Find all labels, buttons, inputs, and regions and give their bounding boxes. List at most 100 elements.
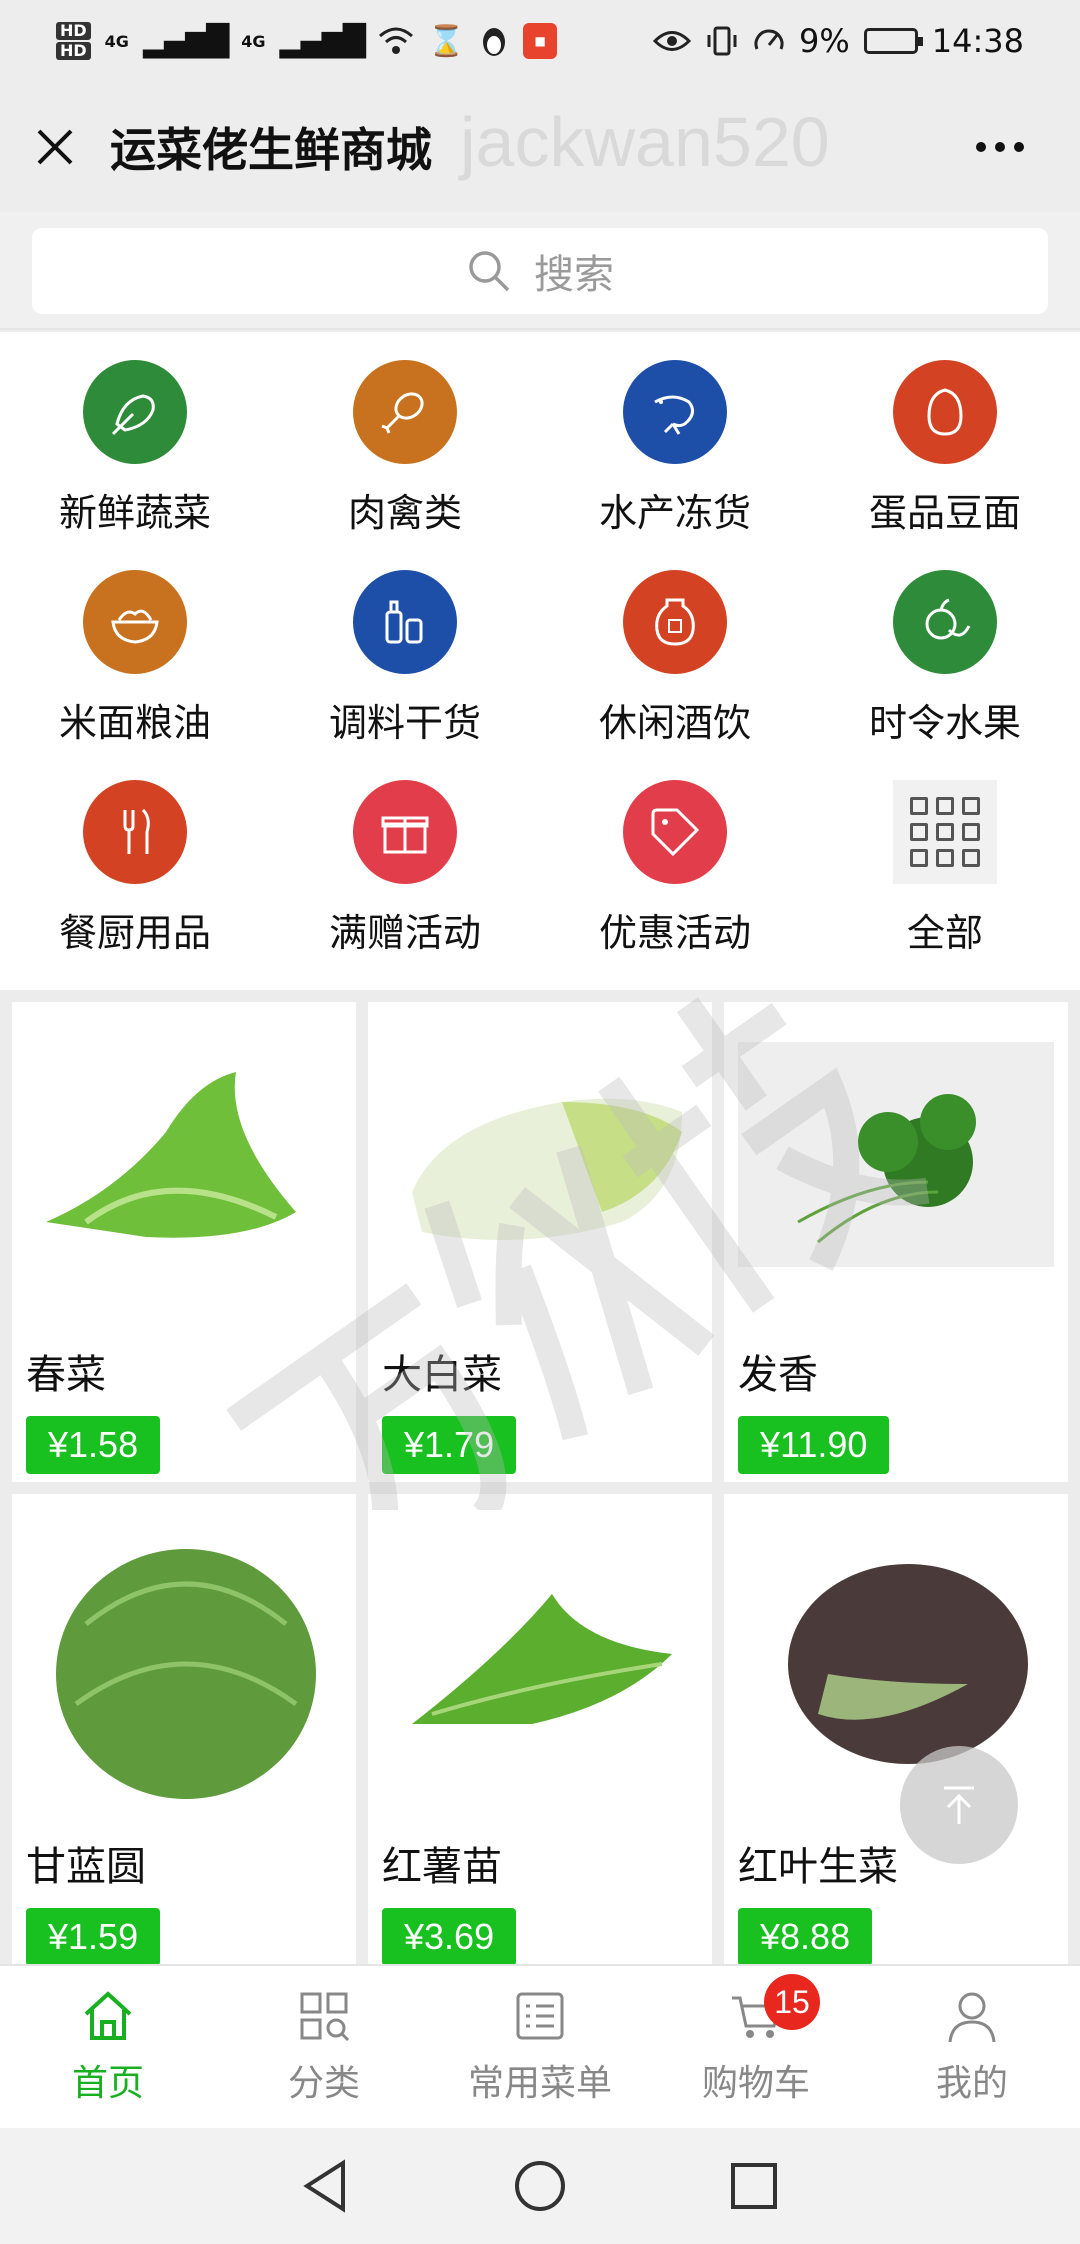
more-dot-icon xyxy=(1014,142,1024,152)
category-drinks[interactable]: 休闲酒饮 xyxy=(540,570,810,780)
product-name: 甘蓝圆 xyxy=(26,1844,146,1890)
search-area: 搜索 xyxy=(0,212,1080,330)
back-triangle-icon[interactable] xyxy=(301,2159,351,2213)
tab-label: 常用菜单 xyxy=(467,2063,612,2104)
search-input[interactable]: 搜索 xyxy=(32,228,1048,314)
product-price: ¥1.79 xyxy=(382,1416,517,1474)
battery-percent: 9% xyxy=(799,22,850,60)
category-vegetables[interactable]: 新鲜蔬菜 xyxy=(0,360,270,570)
shrimp-icon xyxy=(623,360,727,464)
page-title: 运菜佬生鲜商城 xyxy=(110,123,432,177)
tab-home[interactable]: 首页 xyxy=(0,1966,216,2128)
tab-menu-list[interactable]: 常用菜单 xyxy=(432,1966,648,2128)
product-name: 春菜 xyxy=(26,1352,106,1398)
hourglass-icon: ⌛ xyxy=(427,23,466,59)
category-kitchen[interactable]: 餐厨用品 xyxy=(0,780,270,990)
category-label: 肉禽类 xyxy=(347,491,462,535)
network2-label: 4G xyxy=(241,31,266,51)
search-placeholder: 搜索 xyxy=(534,252,614,298)
category-grain-oil[interactable]: 米面粮油 xyxy=(0,570,270,780)
arrow-up-icon xyxy=(944,1786,974,1824)
category-fruit[interactable]: 时令水果 xyxy=(810,570,1080,780)
more-dot-icon xyxy=(976,142,986,152)
category-label: 调料干货 xyxy=(328,701,481,745)
recents-square-icon[interactable] xyxy=(729,2161,779,2211)
bottom-tab-bar: 首页 分类 常用菜单 15 购物车 我的 xyxy=(0,1964,1080,2128)
hd1-label: HD xyxy=(56,22,91,40)
status-bar: HD HD 4G ▂▄▆█ 4G ▂▄▆█ ⌛ ■ 9% 14:38 xyxy=(0,0,1080,82)
product-card[interactable]: 红薯苗 ¥3.69 xyxy=(368,1494,712,1974)
signal-icon-2: ▂▄▆█ xyxy=(279,23,366,59)
product-card[interactable]: 春菜 ¥1.58 xyxy=(12,1002,356,1482)
back-to-top-button[interactable] xyxy=(900,1746,1018,1864)
close-icon xyxy=(37,129,73,165)
product-card[interactable]: 红叶生菜 ¥8.88 xyxy=(724,1494,1068,1974)
product-name: 发香 xyxy=(738,1352,818,1398)
product-image xyxy=(738,1042,1054,1267)
title-bar: 运菜佬生鲜商城 jackwan520 xyxy=(0,82,1080,212)
rice-bowl-icon xyxy=(83,570,187,674)
utensils-icon xyxy=(83,780,187,884)
category-meat[interactable]: 肉禽类 xyxy=(270,360,540,570)
meat-icon xyxy=(353,360,457,464)
more-button[interactable] xyxy=(960,112,1040,182)
category-label: 优惠活动 xyxy=(598,911,751,955)
tab-profile[interactable]: 我的 xyxy=(864,1966,1080,2128)
product-price: ¥11.90 xyxy=(738,1416,890,1474)
product-price: ¥8.88 xyxy=(738,1908,873,1966)
category-label: 全部 xyxy=(906,911,983,955)
product-name: 红薯苗 xyxy=(382,1844,502,1890)
category-seasoning[interactable]: 调料干货 xyxy=(270,570,540,780)
search-icon xyxy=(469,251,510,292)
signal-icon: ▂▄▆█ xyxy=(142,23,229,59)
user-icon xyxy=(948,1992,996,2043)
hd2-label: HD xyxy=(56,42,91,60)
product-name: 大白菜 xyxy=(382,1352,502,1398)
fruit-icon xyxy=(893,570,997,674)
category-all[interactable]: 全部 xyxy=(810,780,1080,990)
list-icon xyxy=(516,1992,564,2040)
product-card[interactable]: 大白菜 ¥1.79 xyxy=(368,1002,712,1482)
product-price: ¥1.58 xyxy=(26,1416,161,1474)
vibrate-icon xyxy=(707,26,737,56)
category-label: 水产冻货 xyxy=(598,491,751,535)
penguin-icon xyxy=(483,28,506,56)
category-label: 米面粮油 xyxy=(58,701,211,745)
home-circle-icon[interactable] xyxy=(513,2159,567,2213)
category-grid: 新鲜蔬菜 肉禽类 水产冻货 蛋品豆面 米面粮油 调料干货 休闲酒饮 时令水果 餐… xyxy=(0,332,1080,990)
network1-label: 4G xyxy=(104,31,129,51)
tab-label: 我的 xyxy=(935,2063,1008,2104)
battery-icon xyxy=(863,28,923,54)
tab-label: 分类 xyxy=(287,2063,360,2104)
tab-category[interactable]: 分类 xyxy=(216,1966,432,2128)
product-image xyxy=(788,1564,1028,1764)
product-image xyxy=(46,1072,296,1238)
category-label: 新鲜蔬菜 xyxy=(58,491,211,535)
gift-icon xyxy=(353,780,457,884)
product-card[interactable]: 发香 ¥11.90 xyxy=(724,1002,1068,1482)
tab-cart[interactable]: 15 购物车 xyxy=(648,1966,864,2128)
product-image xyxy=(56,1549,316,1799)
category-gift-promo[interactable]: 满赠活动 xyxy=(270,780,540,990)
category-label: 蛋品豆面 xyxy=(868,491,1021,535)
category-label: 餐厨用品 xyxy=(58,911,211,955)
wifi-icon xyxy=(378,27,413,54)
home-icon xyxy=(84,1991,132,2040)
cart-count-badge: 15 xyxy=(764,1974,820,2030)
clock: 14:38 xyxy=(931,22,1024,60)
category-eggs[interactable]: 蛋品豆面 xyxy=(810,360,1080,570)
more-dot-icon xyxy=(995,142,1005,152)
category-discount[interactable]: 优惠活动 xyxy=(540,780,810,990)
category-seafood[interactable]: 水产冻货 xyxy=(540,360,810,570)
grid-icon xyxy=(893,780,997,884)
app-notification-icon: ■ xyxy=(523,23,558,59)
tab-label: 首页 xyxy=(71,2063,144,2104)
seasoning-icon xyxy=(353,570,457,674)
product-price: ¥3.69 xyxy=(382,1908,517,1966)
product-name: 红叶生菜 xyxy=(738,1844,898,1890)
system-nav-bar xyxy=(0,2128,1080,2244)
close-button[interactable] xyxy=(0,92,110,202)
product-card[interactable]: 甘蓝圆 ¥1.59 xyxy=(12,1494,356,1974)
category-label: 休闲酒饮 xyxy=(598,701,751,745)
category-label: 满赠活动 xyxy=(328,911,481,955)
